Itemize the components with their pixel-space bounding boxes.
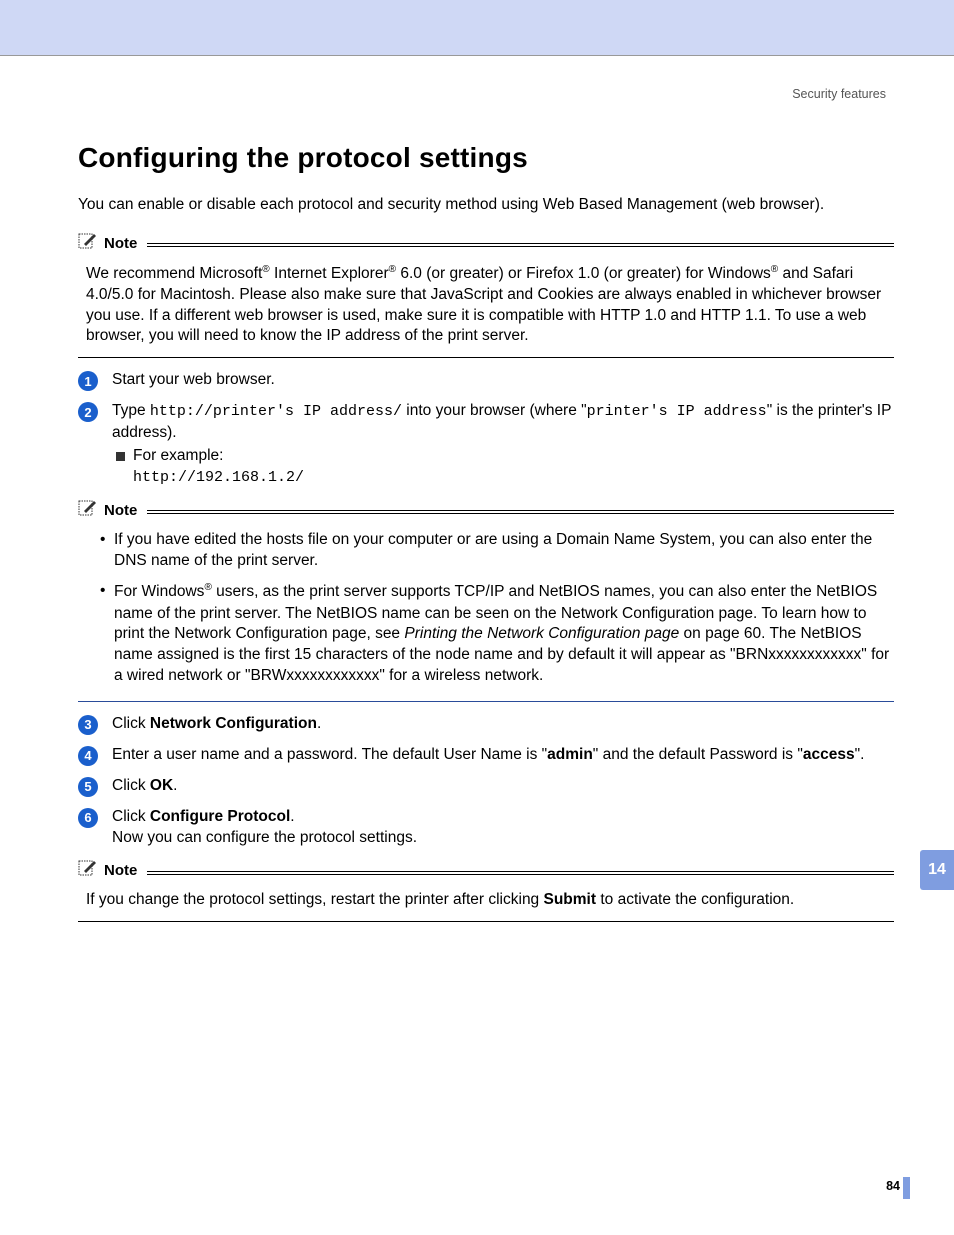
note-header-3: Note — [78, 859, 894, 884]
n3-c: to activate the configuration. — [596, 891, 794, 908]
step-list-b: 3 Click Network Configuration. 4 Enter a… — [78, 714, 894, 849]
note-block-1: Note We recommend Microsoft® Internet Ex… — [78, 232, 894, 359]
s4-b: admin — [547, 746, 593, 763]
top-blue-bar — [0, 0, 954, 56]
s2-text-b: into your browser (where " — [402, 402, 587, 419]
step-3-body: Click Network Configuration. — [112, 714, 894, 735]
step-1: 1 Start your web browser. — [78, 370, 894, 391]
s3-b: Network Configuration — [150, 715, 317, 732]
intro-paragraph: You can enable or disable each protocol … — [78, 195, 894, 216]
s6-a: Click — [112, 808, 150, 825]
s2-example-code: http://192.168.1.2/ — [133, 468, 894, 488]
page-content: Security features Configuring the protoc… — [0, 86, 954, 922]
page-title: Configuring the protocol settings — [78, 139, 894, 177]
n3-a: If you change the protocol settings, res… — [86, 891, 544, 908]
s5-b: OK — [150, 777, 173, 794]
note-end-rule — [78, 357, 894, 358]
s2-sub-text: For example: — [133, 446, 894, 467]
s4-c: " and the default Password is " — [593, 746, 803, 763]
s3-a: Click — [112, 715, 150, 732]
note-header: Note — [78, 232, 894, 257]
s6-b: Configure Protocol — [150, 808, 290, 825]
step-list-a: 1 Start your web browser. 2 Type http://… — [78, 370, 894, 488]
note-body-3: If you change the protocol settings, res… — [86, 890, 894, 911]
s4-a: Enter a user name and a password. The de… — [112, 746, 547, 763]
note-divider — [78, 701, 894, 702]
s3-c: . — [317, 715, 321, 732]
step-4: 4 Enter a user name and a password. The … — [78, 745, 894, 766]
note-rule — [147, 869, 894, 875]
note-label: Note — [104, 234, 137, 254]
note-pencil-icon — [78, 232, 100, 257]
note-label: Note — [104, 501, 137, 521]
note2-bullet-2: For Windows® users, as the print server … — [100, 581, 894, 687]
step-2: 2 Type http://printer's IP address/ into… — [78, 401, 894, 488]
page-number: 84 — [886, 1178, 900, 1195]
s5-c: . — [173, 777, 177, 794]
s5-a: Click — [112, 777, 150, 794]
step-6: 6 Click Configure Protocol. Now you can … — [78, 807, 894, 849]
step-badge-1: 1 — [78, 371, 98, 391]
s6-c: . — [290, 808, 294, 825]
note-header-2: Note — [78, 499, 894, 524]
step-5-body: Click OK. — [112, 776, 894, 797]
step-badge-5: 5 — [78, 777, 98, 797]
s2-sub-bullet: For example: — [116, 446, 894, 467]
s2-code-2: printer's IP address — [587, 403, 767, 420]
s4-d: access — [803, 746, 855, 763]
note1-text-c: 6.0 (or greater) or Firefox 1.0 (or grea… — [396, 265, 771, 282]
note-end-rule — [78, 921, 894, 922]
step-badge-3: 3 — [78, 715, 98, 735]
step-badge-2: 2 — [78, 402, 98, 422]
step-2-body: Type http://printer's IP address/ into y… — [112, 401, 894, 488]
note1-text-b: Internet Explorer — [270, 265, 389, 282]
square-bullet-icon — [116, 452, 125, 461]
step-1-body: Start your web browser. — [112, 370, 894, 391]
step-4-body: Enter a user name and a password. The de… — [112, 745, 894, 766]
n2b2-a: For Windows — [114, 584, 204, 601]
note-body-1: We recommend Microsoft® Internet Explore… — [86, 263, 894, 348]
note-label: Note — [104, 861, 137, 881]
step-badge-4: 4 — [78, 746, 98, 766]
step-6-body: Click Configure Protocol. Now you can co… — [112, 807, 894, 849]
step-badge-6: 6 — [78, 808, 98, 828]
note-rule — [147, 241, 894, 247]
chapter-tab: 14 — [920, 850, 954, 890]
section-header-label: Security features — [78, 86, 886, 103]
s2-text-a: Type — [112, 402, 150, 419]
note2-bullet-1: If you have edited the hosts file on you… — [100, 530, 894, 572]
note1-text-a: We recommend Microsoft — [86, 265, 262, 282]
s6-d: Now you can configure the protocol setti… — [112, 829, 417, 846]
note-pencil-icon — [78, 859, 100, 884]
note-block-2: Note If you have edited the hosts file o… — [78, 499, 894, 703]
n2b2-c: Printing the Network Configuration page — [404, 625, 679, 642]
note-pencil-icon — [78, 499, 100, 524]
step-3: 3 Click Network Configuration. — [78, 714, 894, 735]
s2-code-1: http://printer's IP address/ — [150, 403, 402, 420]
note-rule — [147, 508, 894, 514]
step-5: 5 Click OK. — [78, 776, 894, 797]
note-block-3: Note If you change the protocol settings… — [78, 859, 894, 922]
n3-b: Submit — [544, 891, 597, 908]
s4-e: ". — [855, 746, 865, 763]
page-number-bar — [903, 1177, 910, 1199]
note2-list: If you have edited the hosts file on you… — [100, 530, 894, 688]
